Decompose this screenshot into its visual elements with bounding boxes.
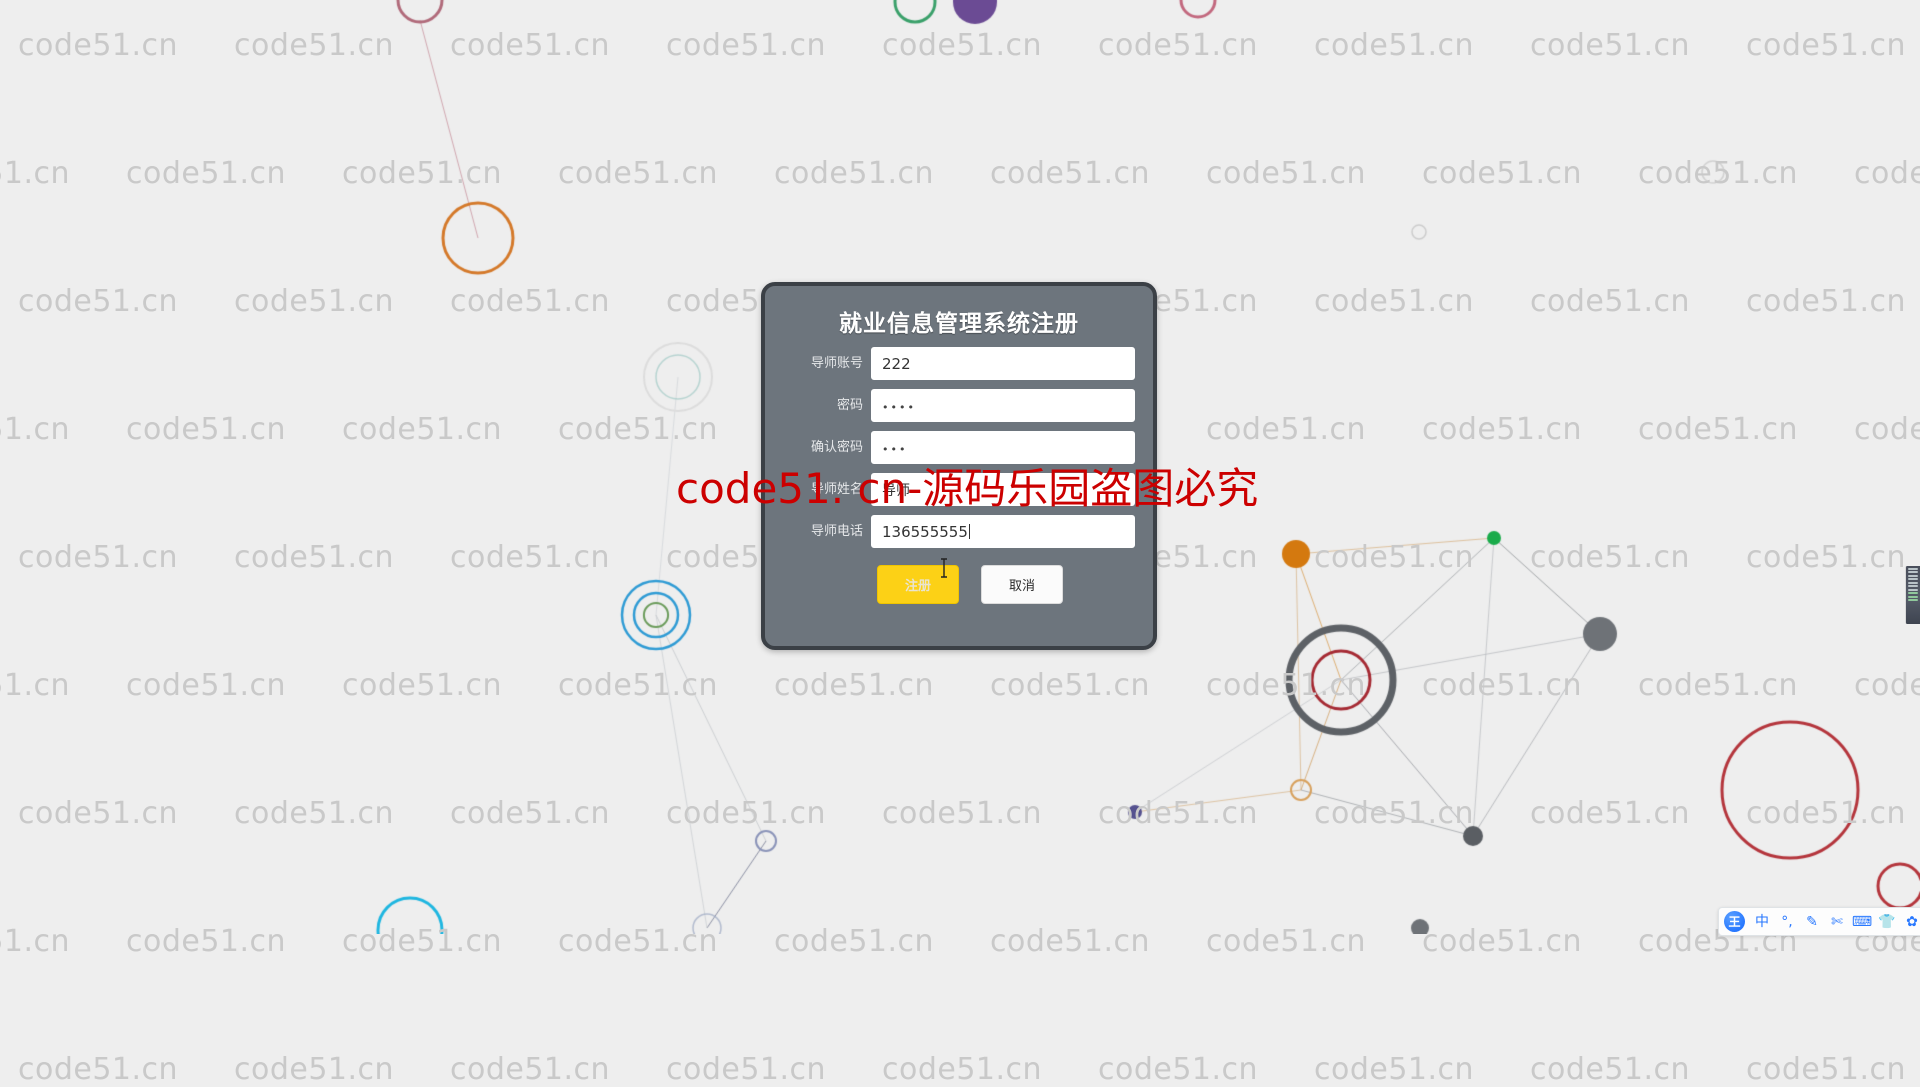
watermark-text: code51.cn <box>234 1052 395 1087</box>
handle-bar <box>1908 567 1918 570</box>
form-row-name: 导师姓名 导师 <box>765 473 1153 506</box>
form-row-password: 密码 •••• <box>765 389 1153 422</box>
handle-bar <box>1908 599 1918 601</box>
cancel-button[interactable]: 取消 <box>981 565 1063 604</box>
register-dialog: 就业信息管理系统注册 导师账号 222 密码 •••• 确认密码 ••• 导师姓… <box>761 282 1157 650</box>
input-confirm-password[interactable]: ••• <box>871 431 1135 464</box>
punctuation-icon[interactable]: °, <box>1779 912 1795 932</box>
watermark-text: code51.cn <box>1530 1052 1691 1087</box>
input-confirm-password-value: ••• <box>882 443 908 456</box>
input-account[interactable]: 222 <box>871 347 1135 380</box>
handle-bar <box>1908 585 1918 587</box>
form-row-confirm-password: 确认密码 ••• <box>765 431 1153 464</box>
input-password[interactable]: •••• <box>871 389 1135 422</box>
watermark-text: code51.cn <box>1746 1052 1907 1087</box>
label-confirm-password: 确认密码 <box>810 440 863 455</box>
label-phone: 导师电话 <box>810 524 863 539</box>
text-caret <box>968 524 970 539</box>
label-account: 导师账号 <box>810 356 863 371</box>
watermark-text: code51.cn <box>18 1052 179 1087</box>
input-phone[interactable]: 136555555 <box>871 515 1135 548</box>
pen-icon[interactable]: ✎ <box>1804 912 1820 932</box>
watermark-text: code51.cn <box>666 1052 827 1087</box>
handle-bar <box>1908 592 1918 594</box>
input-password-value: •••• <box>882 401 916 414</box>
ime-logo-icon[interactable]: 王 <box>1724 911 1745 932</box>
handle-bar <box>1908 578 1918 580</box>
register-button[interactable]: 注册 <box>877 565 959 604</box>
handle-bar <box>1908 588 1918 591</box>
scissors-icon[interactable]: ✄ <box>1829 912 1845 932</box>
form-row-account: 导师账号 222 <box>765 347 1153 380</box>
watermark-text: code51.cn <box>882 1052 1043 1087</box>
ime-toolbar[interactable]: 王 中 °, ✎ ✄ ⌨ 👕 ✿ <box>1718 907 1920 936</box>
input-phone-value: 136555555 <box>882 522 968 541</box>
handle-bar <box>1908 595 1918 598</box>
input-name-value: 导师 <box>882 482 910 499</box>
settings-icon[interactable]: ✿ <box>1904 912 1920 932</box>
input-account-value: 222 <box>882 354 911 373</box>
skin-icon[interactable]: 👕 <box>1878 912 1895 932</box>
label-name: 导师姓名 <box>810 482 863 497</box>
keyboard-icon[interactable]: ⌨ <box>1852 912 1872 932</box>
handle-bar <box>1908 581 1918 584</box>
input-name[interactable]: 导师 <box>871 473 1135 506</box>
dialog-title: 就业信息管理系统注册 <box>839 311 1079 337</box>
handle-bar <box>1908 574 1918 577</box>
handle-bar <box>1908 571 1918 573</box>
watermark-text: code51.cn <box>450 1052 611 1087</box>
watermark-text: code51.cn <box>1314 1052 1475 1087</box>
chinese-mode-icon[interactable]: 中 <box>1754 912 1770 932</box>
form-row-phone: 导师电话 136555555 <box>765 515 1153 548</box>
watermark-text: code51.cn <box>1098 1052 1259 1087</box>
dialog-button-row: 注册 取消 <box>765 565 1153 604</box>
edge-panel-handle[interactable] <box>1905 566 1920 624</box>
label-password: 密码 <box>836 398 863 413</box>
